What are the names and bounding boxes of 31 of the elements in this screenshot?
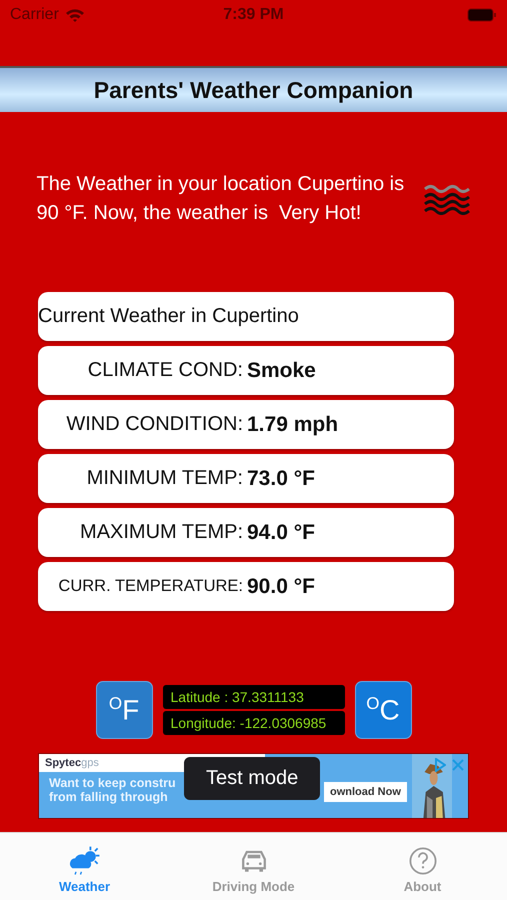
ad-brand: Spytecgps [45, 757, 99, 769]
download-button[interactable]: ownload Now [324, 782, 407, 802]
app-title: Parents' Weather Companion [94, 76, 414, 104]
row-label: MINIMUM TEMP: [86, 467, 244, 490]
row-label: CURR. TEMPERATURE: [57, 577, 244, 596]
status-time: 7:39 PM [223, 6, 284, 24]
test-mode-toast: Test mode [184, 757, 320, 800]
battery-icon [467, 8, 497, 22]
tab-item[interactable]: About [338, 833, 507, 900]
row-label: WIND CONDITION: [65, 413, 244, 436]
weather-message: The Weather in your location Cupertino is 90 °F. Now, the weather is Very Hot! [36, 172, 406, 226]
fahrenheit-button[interactable]: $^{O}$F [96, 681, 152, 739]
tab-item[interactable]: Driving Mode [169, 833, 338, 900]
row-value: 1.79 mph [247, 412, 338, 436]
coordinate-label: Latitude : 37.3311133 [162, 685, 344, 709]
carrier-label: Carrier [10, 6, 59, 24]
row-heading: Current Weather in Cupertino [38, 305, 299, 328]
heat-waves-icon [422, 183, 470, 215]
coordinate-label: Longitude: -122.0306985 [162, 711, 344, 735]
tab-item[interactable]: Weather [0, 833, 169, 900]
row-value: 94.0 °F [247, 520, 315, 544]
row-value: 90.0 °F [247, 574, 315, 598]
celsius-button[interactable]: $^{O}$C [354, 681, 412, 739]
ad-headline: Want to keep constru [49, 776, 176, 790]
row-value: 73.0 °F [247, 466, 315, 490]
row-label: MAXIMUM TEMP: [79, 521, 244, 544]
ad-headline: from falling through [49, 790, 168, 804]
row-label: CLIMATE COND: [86, 359, 244, 382]
wifi-icon [64, 8, 85, 22]
ad-choices-icon[interactable] [434, 758, 446, 772]
row-value: Smoke [247, 358, 316, 382]
